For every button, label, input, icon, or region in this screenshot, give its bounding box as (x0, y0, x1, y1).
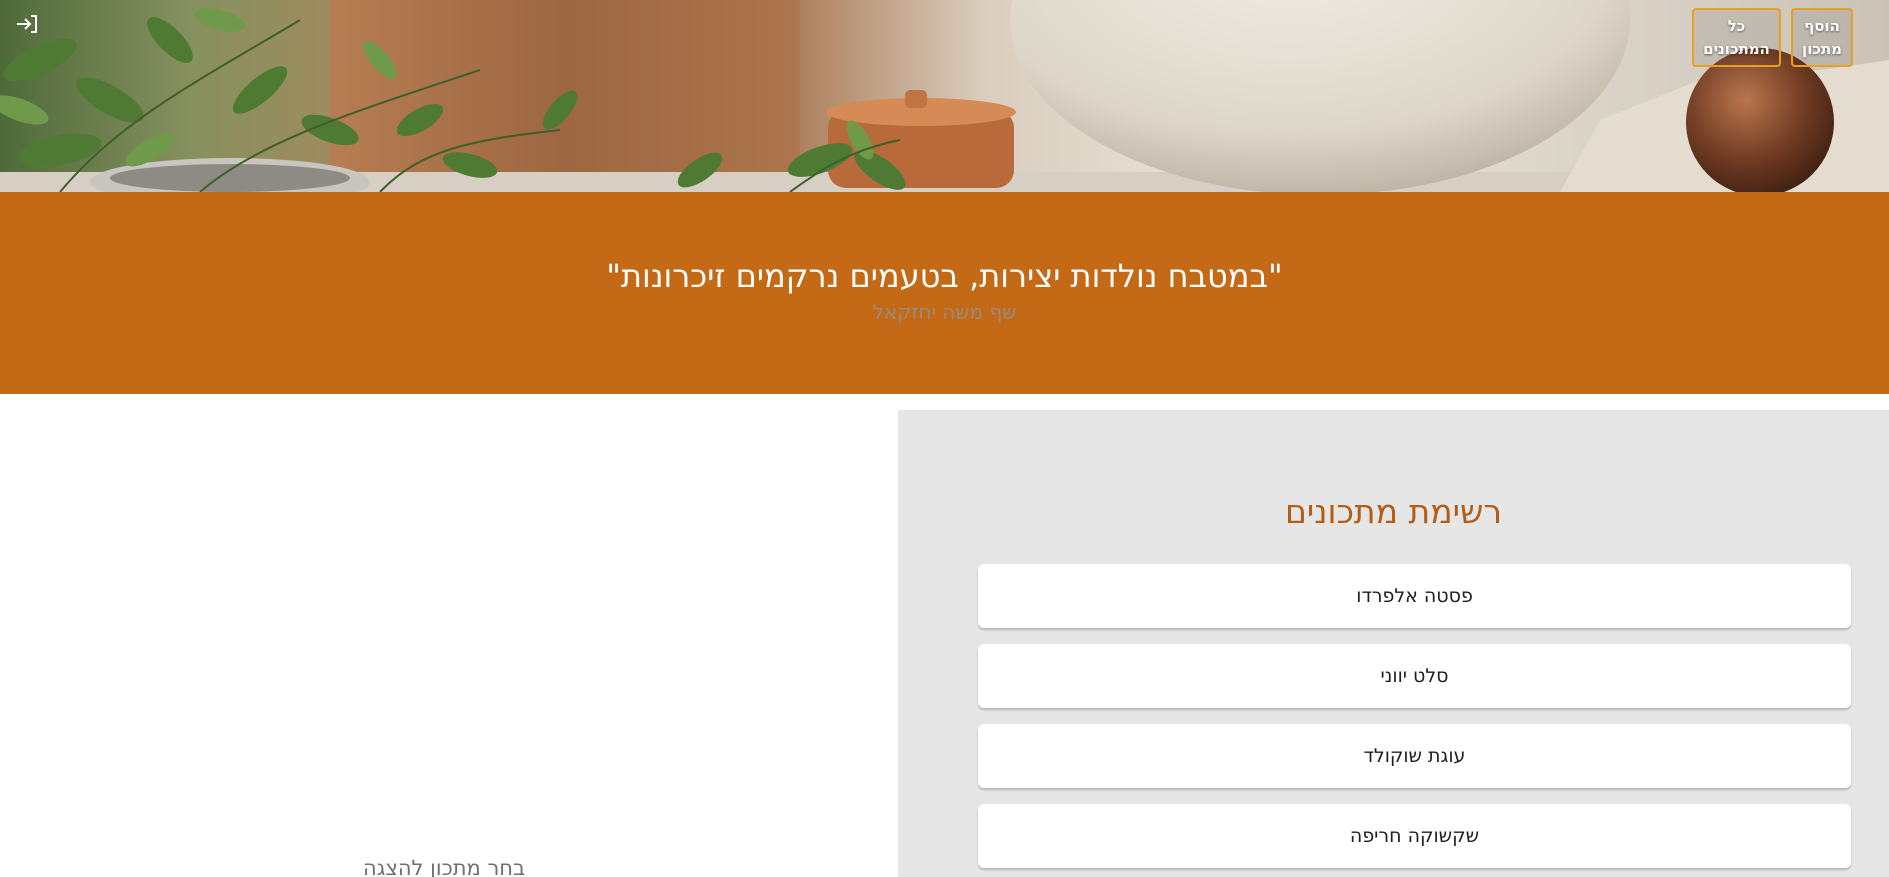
login-arrow-icon (17, 15, 37, 33)
recipe-item-greek-salad[interactable]: סלט יווני (978, 644, 1851, 708)
recipe-detail-placeholder: בחר מתכון להצגה (363, 856, 526, 877)
quote-banner: "במטבח נולדות יצירות, בטעמים נרקמים זיכר… (0, 192, 1889, 394)
recipe-item-chocolate-cake[interactable]: עוגת שוקולד (978, 724, 1851, 788)
recipe-item-pasta-alfredo[interactable]: פסטה אלפרדו (978, 564, 1851, 628)
recipes-panel: רשימת מתכונים פסטה אלפרדו סלט יווני עוגת… (898, 410, 1889, 877)
recipes-list-title: רשימת מתכונים (1284, 492, 1502, 531)
kitchen-photo (0, 0, 1889, 192)
all-recipes-button[interactable]: כל המתכונים (1692, 8, 1781, 67)
hero-image: כל המתכונים הוסף מתכון (0, 0, 1889, 192)
login-icon[interactable] (16, 14, 44, 40)
page: כל המתכונים הוסף מתכון "במטבח נולדות יצי… (0, 0, 1889, 877)
chef-quote: "במטבח נולדות יצירות, בטעמים נרקמים זיכר… (606, 257, 1283, 295)
recipe-item-spicy-shakshuka[interactable]: שקשוקה חריפה (978, 804, 1851, 868)
add-recipe-button[interactable]: הוסף מתכון (1791, 8, 1853, 67)
chef-name: שף משה יחזקאל (872, 300, 1017, 324)
